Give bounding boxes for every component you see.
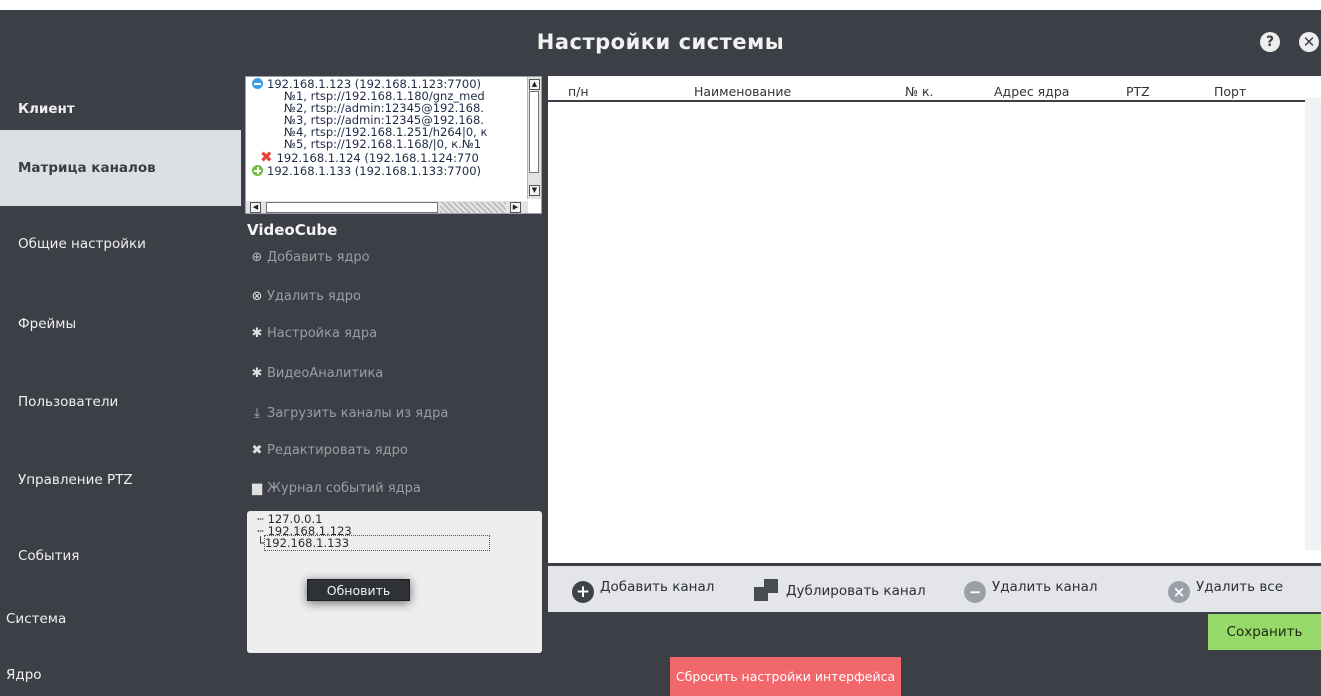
- tree-node-core-124[interactable]: ✖ 192.168.1.124 (192.168.1.124:770: [260, 150, 479, 165]
- minus-icon: −: [964, 581, 986, 603]
- add-core-button[interactable]: ⊕ Добавить ядро: [250, 250, 370, 265]
- download-icon: ⤓: [254, 406, 260, 421]
- sidebar-item-users[interactable]: Пользователи: [0, 384, 241, 420]
- sidebar-item-core[interactable]: Ядро: [0, 660, 241, 690]
- column-header-port[interactable]: Порт: [1214, 84, 1246, 99]
- core-event-log-button[interactable]: ▆ Журнал событий ядра: [250, 481, 421, 496]
- channel-actions-bar: + Добавить канал Дублировать канал − Удали…: [548, 566, 1321, 612]
- scroll-right-icon[interactable]: ▶: [510, 202, 521, 213]
- table-vertical-scrollbar[interactable]: [1305, 98, 1321, 550]
- remove-circle-icon: ⊗: [251, 289, 263, 304]
- minus-circle-icon[interactable]: [252, 78, 263, 89]
- load-channels-button[interactable]: ⤓ Загрузить каналы из ядра: [250, 406, 448, 421]
- duplicate-channel-button[interactable]: Дублировать канал: [754, 579, 926, 601]
- core-address: 192.168.1.133: [263, 535, 491, 551]
- refresh-button[interactable]: Обновить: [307, 579, 410, 601]
- sidebar-item-channel-matrix[interactable]: Матрица каналов: [0, 130, 241, 206]
- delete-all-button[interactable]: × Удалить все: [1168, 579, 1283, 603]
- title-bar: Настройки системы ? ✕: [0, 10, 1321, 76]
- edit-core-button[interactable]: ✖ Редактировать ядро: [250, 443, 408, 458]
- video-analytics-button[interactable]: ✱ ВидеоАналитика: [250, 366, 384, 381]
- tree-node-core-133[interactable]: 192.168.1.133 (192.168.1.133:7700): [252, 165, 481, 177]
- core-tree[interactable]: 192.168.1.123 (192.168.1.123:7700) №1, r…: [245, 76, 542, 214]
- gear-icon: ✱: [251, 366, 263, 381]
- gear-icon: ✱: [251, 326, 263, 341]
- delete-channel-button[interactable]: − Удалить канал: [964, 579, 1098, 603]
- action-label: Удалить все: [1196, 579, 1284, 595]
- column-header-channel-no[interactable]: № к.: [905, 84, 934, 99]
- window-title: Настройки системы: [536, 30, 785, 54]
- settings-window: Настройки системы ? ✕ Клиент Матрица кан…: [0, 10, 1321, 696]
- scroll-down-icon[interactable]: ▼: [529, 185, 540, 196]
- core-list-panel: ┄ 127.0.0.1 ┄ 192.168.1.123 └192.168.1.1…: [247, 511, 542, 653]
- tree-node-label: 192.168.1.133 (192.168.1.133:7700): [267, 164, 482, 178]
- tree-vertical-scroll-thumb[interactable]: [529, 91, 539, 173]
- column-header-number[interactable]: п/н: [568, 84, 589, 99]
- sidebar-item-system[interactable]: Система: [0, 604, 241, 634]
- action-label: Журнал событий ядра: [267, 481, 421, 496]
- sidebar: Клиент Матрица каналов Общие настройки Ф…: [0, 76, 241, 696]
- sidebar-item-frames[interactable]: Фреймы: [0, 306, 241, 342]
- tree-node-label: 192.168.1.124 (192.168.1.124:770: [276, 151, 479, 165]
- action-label: Дублировать канал: [786, 583, 926, 599]
- reset-interface-button[interactable]: Сбросить настройки интерфейса: [670, 657, 901, 696]
- sidebar-item-ptz-control[interactable]: Управление PTZ: [0, 462, 241, 498]
- videocube-title: VideoCube: [247, 221, 338, 239]
- save-button[interactable]: Сохранить: [1208, 614, 1321, 650]
- sidebar-item-general-settings[interactable]: Общие настройки: [0, 226, 241, 262]
- column-header-name[interactable]: Наименование: [694, 84, 791, 99]
- sidebar-item-events[interactable]: События: [0, 538, 241, 574]
- add-channel-button[interactable]: + Добавить канал: [572, 579, 714, 603]
- scroll-left-icon[interactable]: ◀: [250, 202, 261, 213]
- close-circle-icon: ×: [1168, 581, 1190, 603]
- help-icon[interactable]: ?: [1260, 32, 1280, 52]
- action-label: Настройка ядра: [267, 326, 378, 341]
- add-circle-icon: ⊕: [251, 250, 263, 265]
- action-label: Удалить канал: [992, 579, 1098, 595]
- action-label: ВидеоАналитика: [267, 366, 384, 381]
- action-label: Удалить ядро: [267, 289, 362, 304]
- action-label: Редактировать ядро: [267, 443, 408, 458]
- action-label: Добавить ядро: [267, 250, 370, 265]
- column-header-core-address[interactable]: Адрес ядра: [994, 84, 1069, 99]
- core-list-item-selected[interactable]: └192.168.1.133: [257, 535, 491, 551]
- plus-icon: +: [572, 581, 594, 603]
- core-settings-button[interactable]: ✱ Настройка ядра: [250, 326, 378, 341]
- tree-horizontal-scroll-thumb[interactable]: [266, 202, 438, 213]
- delete-core-button[interactable]: ⊗ Удалить ядро: [250, 289, 361, 304]
- close-icon[interactable]: ✕: [1299, 32, 1319, 52]
- column-header-ptz[interactable]: PTZ: [1126, 84, 1150, 99]
- scrollbar-grip: [440, 202, 506, 213]
- channel-table[interactable]: п/н Наименование № к. Адрес ядра PTZ Пор…: [548, 76, 1321, 563]
- action-label: Добавить канал: [600, 579, 715, 595]
- duplicate-icon: [754, 579, 780, 601]
- action-label: Загрузить каналы из ядра: [267, 406, 449, 421]
- tree-channel-5[interactable]: №5, rtsp://192.168.1.168/|0, к.№1: [284, 138, 481, 150]
- table-header: п/н Наименование № к. Адрес ядра PTZ Пор…: [548, 76, 1305, 102]
- journal-icon: ▆: [252, 481, 262, 496]
- plus-circle-icon[interactable]: [252, 165, 263, 176]
- sidebar-item-client[interactable]: Клиент: [0, 96, 241, 122]
- tools-icon: ✖: [251, 443, 263, 458]
- scroll-up-icon[interactable]: ▲: [529, 79, 540, 90]
